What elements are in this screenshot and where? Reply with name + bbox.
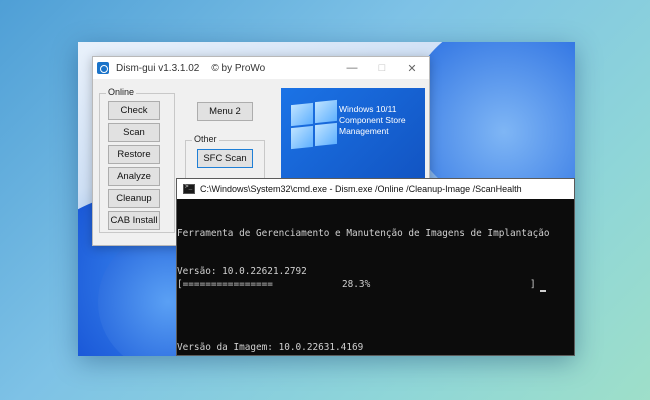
analyze-button[interactable]: Analyze: [108, 167, 160, 186]
online-group-label: Online: [106, 87, 137, 97]
text-cursor: [540, 290, 546, 292]
terminal-line: Versão: 10.0.22621.2792: [177, 265, 307, 277]
cmd-window: C:\Windows\System32\cmd.exe - Dism.exe /…: [176, 178, 575, 356]
check-button[interactable]: Check: [108, 101, 160, 120]
banner-line-3: Management: [339, 126, 389, 136]
cmd-titlebar[interactable]: C:\Windows\System32\cmd.exe - Dism.exe /…: [177, 179, 574, 199]
close-icon: ✕: [407, 62, 417, 75]
minimize-icon: —: [346, 62, 358, 74]
menu2-button[interactable]: Menu 2: [197, 102, 253, 121]
window-title: Dism-gui v1.3.1.02: [116, 62, 200, 74]
terminal-icon: [183, 183, 195, 194]
window-author: © by ProWo: [211, 62, 266, 74]
app-gear-icon: [97, 62, 109, 74]
banner-line-2: Component Store: [339, 115, 406, 125]
progress-bar-end: ]: [530, 279, 536, 290]
other-group-label: Other: [192, 134, 219, 144]
cab-install-button[interactable]: CAB Install: [108, 211, 160, 230]
sfc-scan-button[interactable]: SFC Scan: [197, 149, 253, 168]
component-store-banner: Windows 10/11 Component Store Management: [281, 88, 425, 182]
desktop: Dism-gui v1.3.1.02 © by ProWo — □ ✕ Onli…: [78, 42, 575, 356]
close-button[interactable]: ✕: [397, 57, 427, 79]
cleanup-button[interactable]: Cleanup: [108, 189, 160, 208]
progress-bar: [================: [177, 279, 273, 290]
cmd-title: C:\Windows\System32\cmd.exe - Dism.exe /…: [200, 184, 522, 194]
banner-text: Windows 10/11 Component Store Management: [339, 104, 423, 137]
maximize-button[interactable]: □: [367, 57, 397, 79]
scan-button[interactable]: Scan: [108, 123, 160, 142]
terminal-line: Versão da Imagem: 10.0.22631.4169: [177, 341, 364, 353]
banner-line-1: Windows 10/11: [339, 104, 397, 114]
minimize-button[interactable]: —: [337, 57, 367, 79]
dism-gui-titlebar[interactable]: Dism-gui v1.3.1.02 © by ProWo — □ ✕: [93, 57, 429, 79]
terminal-line: Ferramenta de Gerenciamento e Manutenção…: [177, 228, 550, 240]
progress-percent: 28.3%: [342, 279, 371, 290]
restore-button[interactable]: Restore: [108, 145, 160, 164]
maximize-icon: □: [378, 62, 386, 74]
terminal-output[interactable]: Ferramenta de Gerenciamento e Manutenção…: [177, 199, 574, 356]
windows-logo-icon: [291, 99, 341, 150]
